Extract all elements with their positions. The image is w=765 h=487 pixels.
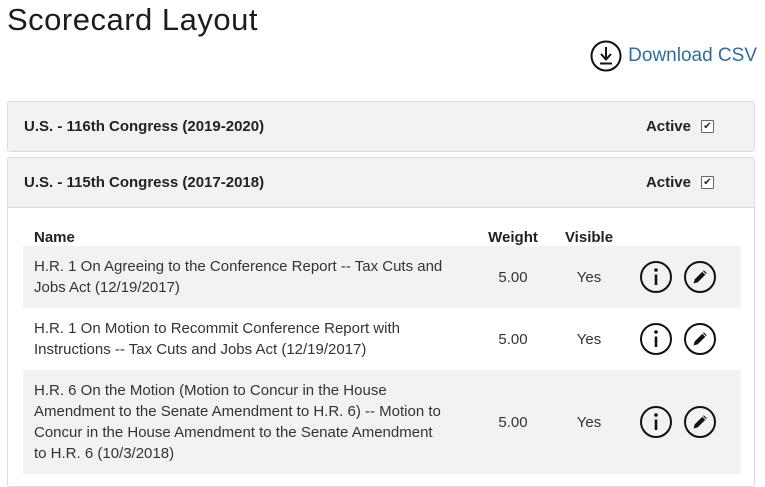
column-header-name: Name bbox=[34, 229, 75, 246]
table-row: H.R. 1 On Agreeing to the Conference Rep… bbox=[23, 246, 741, 308]
table-row: H.R. 6 On the Motion (Motion to Concur i… bbox=[23, 370, 741, 474]
congress-panel-116: U.S. - 116th Congress (2019-2020) Active… bbox=[7, 101, 755, 152]
active-checkbox[interactable]: ✔ bbox=[701, 176, 714, 189]
row-visible: Yes bbox=[576, 268, 602, 286]
download-csv-button[interactable]: Download CSV bbox=[590, 40, 757, 72]
active-label: Active bbox=[645, 174, 691, 191]
active-toggle: Active ✔ bbox=[646, 118, 714, 135]
table-row: H.R. 1 On Motion to Recommit Conference … bbox=[23, 308, 741, 370]
column-header-visible: Visible bbox=[564, 229, 614, 246]
edit-icon[interactable] bbox=[683, 322, 717, 356]
panel-header[interactable]: U.S. - 116th Congress (2019-2020) Active… bbox=[8, 102, 754, 151]
download-icon bbox=[590, 40, 622, 72]
column-header-weight: Weight bbox=[488, 229, 538, 246]
row-weight: 5.00 bbox=[498, 268, 528, 286]
edit-icon[interactable] bbox=[683, 405, 717, 439]
row-weight: 5.00 bbox=[498, 330, 528, 348]
congress-panel-115: U.S. - 115th Congress (2017-2018) Active… bbox=[7, 157, 755, 487]
active-checkbox[interactable]: ✔ bbox=[701, 120, 714, 133]
row-weight: 5.00 bbox=[498, 413, 528, 431]
active-label: Active bbox=[645, 118, 691, 135]
row-name: H.R. 6 On the Motion (Motion to Concur i… bbox=[34, 382, 441, 462]
row-actions bbox=[615, 405, 741, 439]
info-icon[interactable] bbox=[639, 322, 673, 356]
edit-icon[interactable] bbox=[683, 260, 717, 294]
table-header: Name Weight Visible bbox=[23, 224, 741, 246]
download-csv-label: Download CSV bbox=[628, 45, 757, 66]
row-visible: Yes bbox=[576, 330, 602, 348]
row-visible: Yes bbox=[576, 413, 602, 431]
row-actions bbox=[615, 260, 741, 294]
scorecard-table: Name Weight Visible H.R. 1 On Agreeing t… bbox=[23, 224, 741, 474]
panel-title: U.S. - 116th Congress (2019-2020) bbox=[24, 118, 265, 135]
panel-title: U.S. - 115th Congress (2017-2018) bbox=[24, 174, 265, 191]
info-icon[interactable] bbox=[639, 260, 673, 294]
row-name: H.R. 1 On Agreeing to the Conference Rep… bbox=[34, 258, 443, 296]
row-name: H.R. 1 On Motion to Recommit Conference … bbox=[34, 320, 400, 358]
info-icon[interactable] bbox=[639, 405, 673, 439]
row-actions bbox=[615, 322, 741, 356]
active-toggle: Active ✔ bbox=[646, 174, 714, 191]
page-title: Scorecard Layout bbox=[7, 2, 258, 37]
panel-header[interactable]: U.S. - 115th Congress (2017-2018) Active… bbox=[8, 158, 754, 208]
